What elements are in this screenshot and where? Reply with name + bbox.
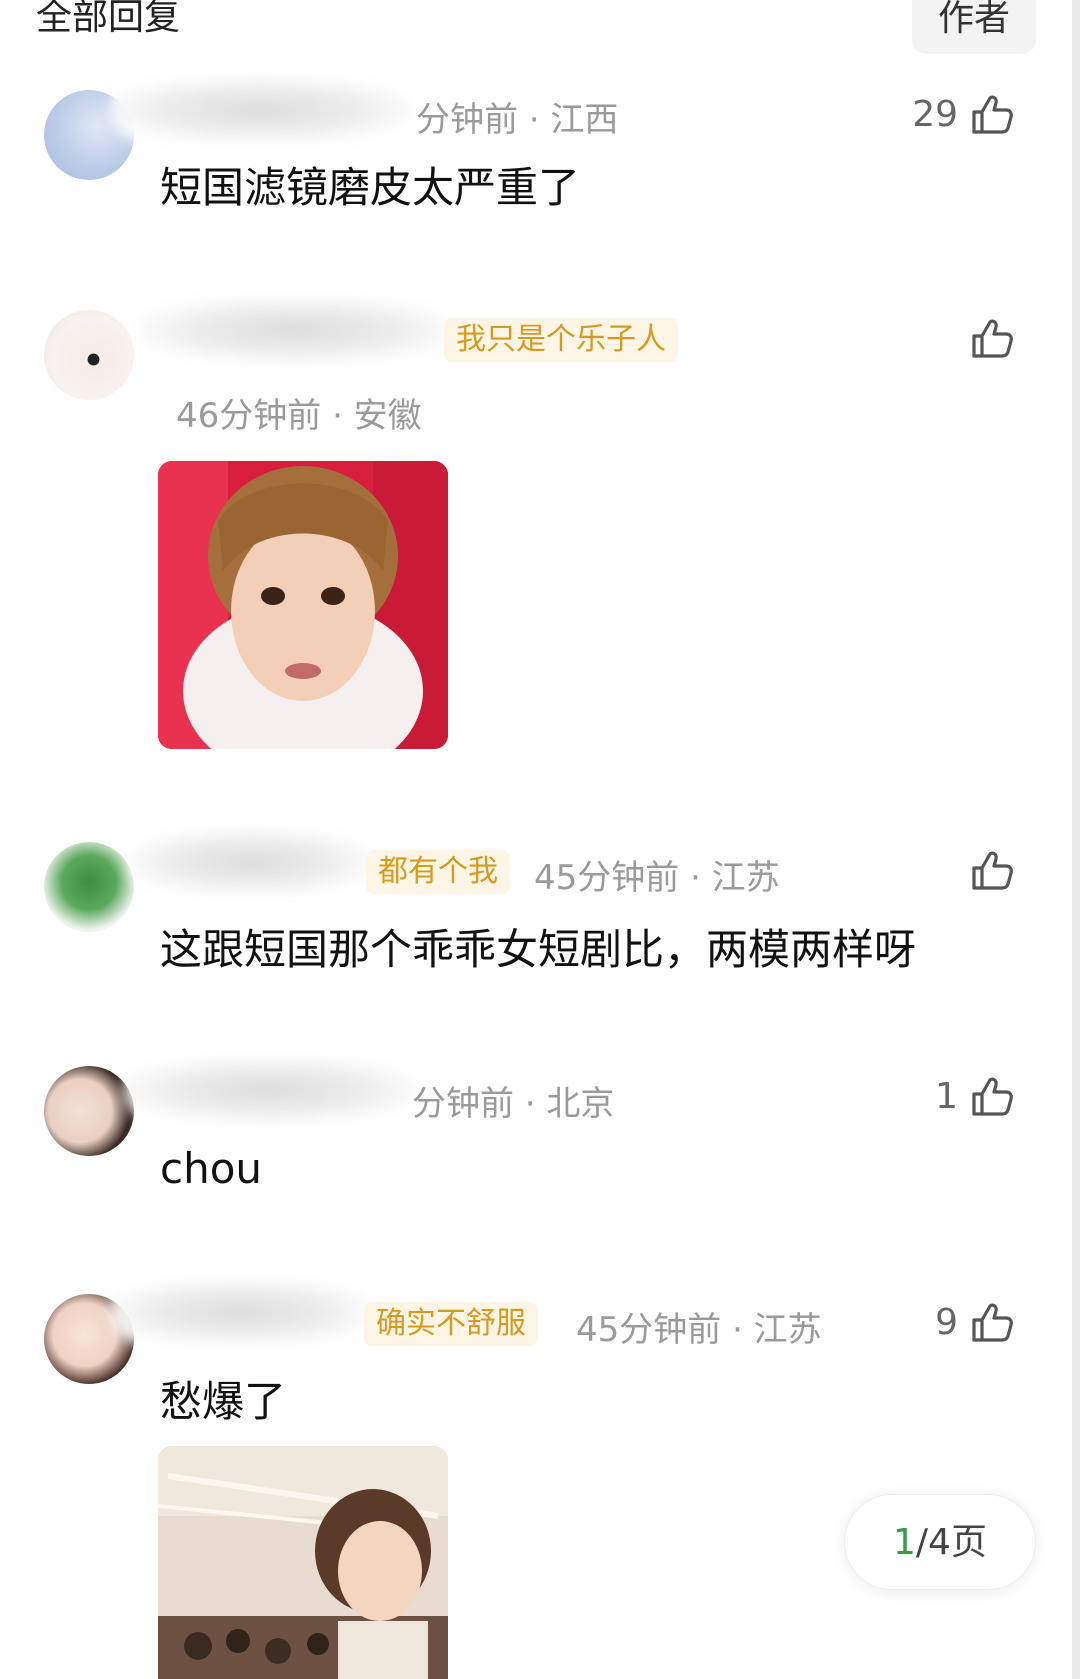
scrollbar[interactable]	[1072, 0, 1080, 1679]
total-pages: /4页	[915, 1522, 987, 1563]
author-filter-button[interactable]: 作者	[912, 0, 1036, 54]
reply-list-page: 全部回复 作者 分钟前 · 江西 短国滤镜磨皮太严重了 29 我只是个乐子人 4…	[0, 0, 1072, 1679]
current-page: 1	[893, 1522, 916, 1563]
like-button[interactable]: 29	[912, 90, 1016, 138]
like-count: 29	[912, 93, 958, 135]
thumbs-up-icon	[972, 319, 1013, 358]
username-blurred[interactable]	[110, 78, 410, 142]
thumbs-up-icon	[972, 95, 1013, 134]
page-indicator[interactable]: 1/4页	[844, 1494, 1036, 1590]
reaction-photo	[158, 461, 448, 749]
reaction-photo	[158, 1446, 448, 1679]
like-count: 9	[935, 1301, 958, 1343]
like-button[interactable]	[958, 846, 1016, 894]
username-blurred[interactable]	[140, 298, 450, 362]
user-badge: 确实不舒服	[364, 1302, 538, 1346]
comment-meta: 分钟前 · 江西	[416, 100, 619, 140]
reply-header: 全部回复 作者	[0, 0, 1072, 60]
user-badge: 都有个我	[366, 850, 510, 894]
avatar[interactable]	[44, 1066, 134, 1156]
thumbs-up-icon	[972, 851, 1013, 890]
all-replies-title: 全部回复	[36, 0, 181, 38]
thumbs-up-icon	[972, 1303, 1013, 1342]
comment-image[interactable]	[158, 461, 448, 749]
like-button[interactable]: 1	[935, 1072, 1016, 1120]
comment-text: 短国滤镜磨皮太严重了	[160, 163, 581, 212]
like-count: 1	[935, 1075, 958, 1117]
username-blurred[interactable]	[130, 830, 370, 894]
comment-text: chou	[160, 1144, 263, 1193]
comment-meta: 分钟前 · 北京	[412, 1084, 615, 1124]
user-badge: 我只是个乐子人	[444, 318, 678, 362]
comment-meta: 46分钟前 · 安徽	[176, 396, 422, 436]
avatar[interactable]	[44, 310, 134, 400]
username-blurred[interactable]	[110, 1280, 370, 1344]
avatar[interactable]	[44, 842, 134, 932]
like-button[interactable]	[958, 314, 1016, 362]
comment-meta: 45分钟前 · 江苏	[534, 858, 780, 898]
comment-meta: 45分钟前 · 江苏	[576, 1310, 822, 1350]
thumbs-up-icon	[972, 1077, 1013, 1116]
like-button[interactable]: 9	[935, 1298, 1016, 1346]
comment-text: 这跟短国那个乖乖女短剧比，两模两样呀	[160, 925, 917, 974]
username-blurred[interactable]	[124, 1058, 414, 1122]
comment-image[interactable]	[158, 1446, 448, 1679]
comment-text: 愁爆了	[160, 1377, 287, 1426]
